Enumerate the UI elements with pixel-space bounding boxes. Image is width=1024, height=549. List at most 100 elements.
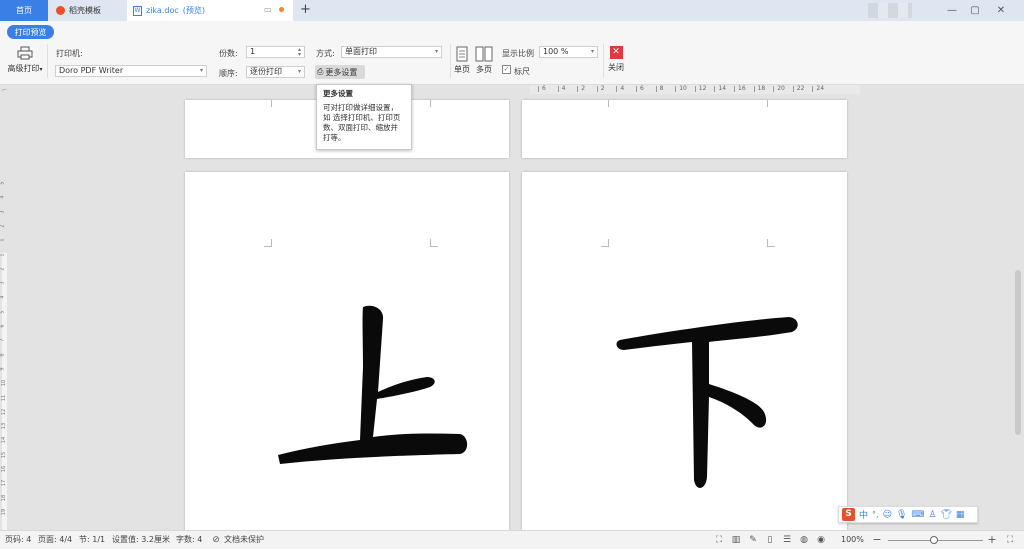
docer-logo-icon <box>56 6 65 15</box>
status-zoom[interactable]: 100% <box>841 531 864 549</box>
tab-home[interactable]: 首页 <box>0 0 48 21</box>
tab-doc-name: zika.doc <box>146 6 179 15</box>
ruler-tick-mark <box>675 86 677 92</box>
ruler-tick-label: 14 <box>718 85 727 92</box>
vruler-tick-label: 10 <box>1 380 8 387</box>
vruler-tick-label: 4 <box>0 295 6 299</box>
margin-corner <box>430 239 438 247</box>
microphone-icon[interactable]: 🎙︎ <box>896 510 907 520</box>
more-settings-button[interactable]: ⎙ 更多设置 <box>315 65 365 79</box>
margin-corner <box>767 100 775 107</box>
tab-template[interactable]: 稻壳模板 <box>48 0 126 21</box>
fit-window-icon[interactable]: ⛶ <box>1005 535 1015 545</box>
restore-icon[interactable]: ▢ <box>968 4 982 17</box>
order-select[interactable]: 逐份打印 ▾ <box>246 66 305 78</box>
vruler-tick-label: 14 <box>1 437 8 444</box>
status-bar: 页码: 4 页面: 4/4 节: 1/1 设置值: 3.2厘米 字数: 4 ⊘ … <box>0 530 1024 549</box>
ruler-tick-mark <box>714 86 716 92</box>
divider <box>603 44 604 78</box>
web-view-icon[interactable]: ◍ <box>799 535 809 545</box>
ime-toolbar[interactable]: S 中 °, ☺ 🎙︎ ⌨ ♙ 👕︎ ▦ <box>838 506 978 523</box>
grid-icon[interactable]: ▦ <box>956 510 965 520</box>
punctuation-icon[interactable]: °, <box>872 510 879 519</box>
outline-view-icon[interactable]: ☰ <box>782 535 792 545</box>
mode-label: 方式: <box>316 49 335 58</box>
ruler-tick-mark <box>812 86 814 92</box>
keyboard-icon[interactable]: ⌨ <box>911 510 924 520</box>
minimize-icon[interactable]: — <box>945 4 959 17</box>
more-settings-tooltip: 更多设置 可对打印做详细设置，如 选择打印机、打印页数、双面打印、缩放并打等。 <box>316 84 412 150</box>
margin-corner <box>767 239 775 247</box>
status-setting[interactable]: 设置值: 3.2厘米 <box>112 531 170 549</box>
protect-icon: ⊘ <box>212 535 220 545</box>
ruler-tick-mark <box>792 86 794 92</box>
page-view-icon[interactable]: ▯ <box>765 535 775 545</box>
ruler-tick-label: 2 <box>600 85 605 92</box>
emoji-icon[interactable]: ☺ <box>883 510 892 520</box>
monitor-icon[interactable]: ▭ <box>264 5 272 14</box>
vruler-tick-label: 5 <box>0 310 6 314</box>
chevron-down-icon: ▾ <box>590 48 594 55</box>
status-protect[interactable]: 文档未保护 <box>224 531 264 549</box>
user-avatar-area[interactable] <box>868 3 912 18</box>
eye-protect-icon[interactable]: ◉ <box>816 535 826 545</box>
vruler-tick-label: 11 <box>1 394 8 401</box>
horizontal-ruler[interactable]: 6 4 2 2 4 6 8 10 12 14 16 18 20 22 24 <box>530 85 860 94</box>
word-doc-icon: W <box>133 5 142 16</box>
tooltip-title: 更多设置 <box>323 89 353 98</box>
multi-page-button[interactable]: 多页 <box>474 46 494 75</box>
vertical-ruler[interactable]: 5 4 3 2 1 1 2 3 4 5 6 7 8 9 10 11 12 13 14 15 16 17 18 19 <box>0 100 9 530</box>
status-pages[interactable]: 页面: 4/4 <box>38 531 72 549</box>
ruler-tick-mark <box>753 86 755 92</box>
close-preview-button[interactable]: ✕ 关闭 <box>605 46 627 73</box>
order-label: 顺序: <box>219 69 238 78</box>
close-window-icon[interactable]: ✕ <box>994 4 1008 17</box>
user-icon[interactable]: ♙ <box>928 510 936 520</box>
tab-home-label: 首页 <box>16 6 32 15</box>
mode-select[interactable]: 单面打印 ▾ <box>341 46 442 58</box>
stepper-arrows-icon[interactable]: ▴ ▾ <box>298 47 301 58</box>
ime-mode[interactable]: 中 <box>859 508 868 521</box>
ruler-tick-mark <box>636 86 637 92</box>
ruler-tick-label: 24 <box>816 85 825 92</box>
tab-document[interactable]: W zika.doc (预览) ▭ <box>127 0 293 21</box>
zoom-in-icon[interactable]: + <box>987 534 997 545</box>
ruler-tick-label: 12 <box>698 85 707 92</box>
zoom-select[interactable]: 100 % ▾ <box>539 46 598 58</box>
vruler-tick-label: 8 <box>0 353 6 357</box>
sogou-logo-icon: S <box>842 508 855 521</box>
status-page-code[interactable]: 页码: 4 <box>5 531 31 549</box>
tooltip-body: 可对打印做详细设置，如 选择打印机、打印页数、双面打印、缩放并打等。 <box>323 103 401 142</box>
write-mode-icon[interactable]: ✎ <box>748 535 758 545</box>
order-value: 逐份打印 <box>250 67 282 76</box>
page-right: 下 <box>522 172 847 532</box>
vruler-tick-label: 2 <box>0 267 6 271</box>
status-section[interactable]: 节: 1/1 <box>79 531 105 549</box>
zoom-slider-thumb[interactable] <box>930 536 938 544</box>
multi-page-icon <box>475 46 493 62</box>
vruler-tick-label: 13 <box>1 422 8 430</box>
advanced-print-button[interactable]: 高级打印▾ <box>6 46 44 74</box>
ruler-corner-icon: ⌐ <box>2 87 8 94</box>
chevron-down-icon: ▾ <box>297 68 301 75</box>
copies-stepper[interactable]: 1 ▴ ▾ <box>246 46 305 58</box>
page-3-right-bottom <box>522 100 847 158</box>
vertical-scrollbar[interactable] <box>1014 100 1023 530</box>
ruler-checkbox[interactable]: ✓ <box>502 65 511 74</box>
skin-icon[interactable]: 👕︎ <box>940 510 951 520</box>
zoom-out-icon[interactable]: − <box>872 534 882 545</box>
vruler-tick-label: 1 <box>0 238 6 242</box>
vruler-tick-label: 19 <box>1 508 8 516</box>
status-words[interactable]: 字数: 4 <box>176 531 202 549</box>
single-page-button[interactable]: 单页 <box>452 46 472 75</box>
printer-select[interactable]: Doro PDF Writer ▾ <box>55 65 207 77</box>
chevron-down-icon: ▾ <box>434 48 438 55</box>
read-mode-icon[interactable]: ▥ <box>731 535 741 545</box>
more-settings-label: 更多设置 <box>325 67 358 77</box>
print-preview-tab[interactable]: 打印预览 <box>7 25 54 39</box>
vruler-tick-label: 15 <box>1 451 8 458</box>
ruler-checkbox-label: 标尺 <box>514 67 530 76</box>
new-tab-button[interactable]: + <box>300 2 311 17</box>
scrollbar-thumb[interactable] <box>1015 270 1021 435</box>
fullscreen-icon[interactable]: ⛶ <box>714 535 724 545</box>
